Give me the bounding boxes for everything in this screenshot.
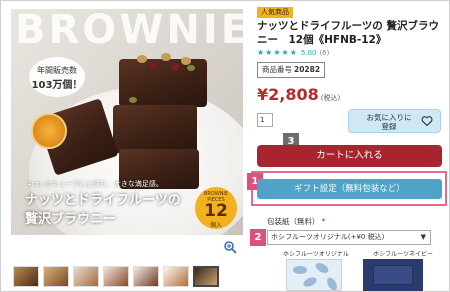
wrap-option-navy-label: ホシフルーツネイビー	[373, 251, 433, 258]
product-code-value: 20282	[294, 65, 321, 74]
price: ¥2,808 (税込)	[257, 85, 340, 104]
sales-count-badge: 年間販売数 103万個！	[29, 57, 85, 97]
wrapping-option-names: ホシフルーツオリジナル ホシフルーツネイビー	[283, 249, 433, 258]
review-count[interactable]: (6)	[319, 49, 329, 57]
cube-note: 4cm のキューブに心弾む、大きな満足感。	[27, 180, 163, 188]
count-unit: 個入	[209, 222, 222, 229]
wrap-swatch-navy[interactable]	[363, 259, 423, 291]
thumbnail-selected[interactable]	[193, 266, 219, 287]
wrapping-selected-value: ホシフルーツオリジナル(+¥0 税込)	[271, 233, 385, 241]
wrapping-paper-label: 包装紙（無料） *	[267, 216, 325, 227]
thumbnail[interactable]	[73, 266, 99, 287]
thumbnail[interactable]	[163, 266, 189, 287]
orange-slice	[31, 113, 67, 149]
product-main-image[interactable]: BROWNIE 年間販売数 103万個！ 4cm のキューブに心弾む、大きな満足…	[11, 9, 243, 235]
product-code-label: 商品番号	[262, 65, 292, 74]
nut-topping	[161, 53, 171, 61]
count-number: 12	[204, 201, 228, 221]
wrap-option-original-label: ホシフルーツオリジナル	[283, 251, 349, 258]
hero-brownie-word: BROWNIE	[15, 9, 243, 53]
add-to-favorites-button[interactable]: お気に入りに登録	[348, 109, 441, 133]
navy-box-graphic	[373, 265, 413, 285]
leaf-pattern	[293, 266, 307, 274]
hero-title-line2: 贅沢ブラウニー	[25, 212, 117, 227]
thumbnail[interactable]	[133, 266, 159, 287]
thumbnail-strip	[13, 266, 219, 287]
favorites-label: お気に入りに登録	[366, 113, 412, 131]
pistachio-topping	[129, 97, 137, 103]
rating-row[interactable]: ★★★★★ 5.00 (6)	[257, 48, 329, 57]
thumbnail[interactable]	[43, 266, 69, 287]
thumbnail[interactable]	[103, 266, 129, 287]
wrap-swatch-original[interactable]	[286, 259, 342, 292]
product-page: BROWNIE 年間販売数 103万個！ 4cm のキューブに心弾む、大きな満足…	[0, 0, 450, 292]
wrapping-paper-select[interactable]: ホシフルーツオリジナル(+¥0 税込) ▼	[267, 230, 431, 245]
hero-title-line1: ナッツとドライフルーツの	[25, 193, 181, 208]
wrapping-label-text: 包装紙（無料）	[267, 217, 320, 226]
product-title: ナッツとドライフルーツの 贅沢ブラウニー 12個《HFNB-12》	[257, 20, 439, 46]
gift-settings-button[interactable]: ギフト設定（無料包装など）	[257, 179, 442, 199]
add-to-cart-button[interactable]: カートに入れる	[257, 145, 442, 167]
popular-badge: 人気商品	[257, 7, 293, 18]
price-tax-note: (税込)	[320, 94, 341, 102]
nut-topping	[137, 55, 147, 63]
rating-score: 5.00	[300, 49, 317, 57]
zoom-in-icon[interactable]	[223, 240, 237, 254]
thumbnail[interactable]	[13, 266, 39, 287]
berry-topping	[149, 61, 157, 69]
nut-topping	[181, 57, 191, 65]
brownie-middle	[113, 105, 197, 153]
price-value: ¥2,808	[257, 85, 319, 104]
hero-title: ナッツとドライフルーツの 贅沢ブラウニー	[25, 191, 181, 229]
berry-topping	[171, 63, 179, 71]
sales-badge-line1: 年間販売数	[37, 66, 77, 75]
sales-badge-line2: 103万個！	[31, 80, 83, 91]
product-code: 商品番号 20282	[257, 62, 326, 78]
pistachio-topping	[187, 65, 195, 71]
step-marker-2: 2	[250, 229, 266, 246]
piece-count-badge: BROWNIE PIECES 12 個入	[195, 187, 237, 229]
leaf-pattern	[301, 275, 319, 289]
chevron-down-icon: ▼	[420, 233, 426, 241]
quantity-input[interactable]: 1	[257, 113, 273, 127]
leaf-pattern	[325, 275, 339, 292]
required-mark: *	[321, 217, 326, 226]
leaf-pattern	[313, 261, 331, 275]
star-icons: ★★★★★	[257, 48, 298, 57]
heart-icon	[421, 116, 433, 127]
